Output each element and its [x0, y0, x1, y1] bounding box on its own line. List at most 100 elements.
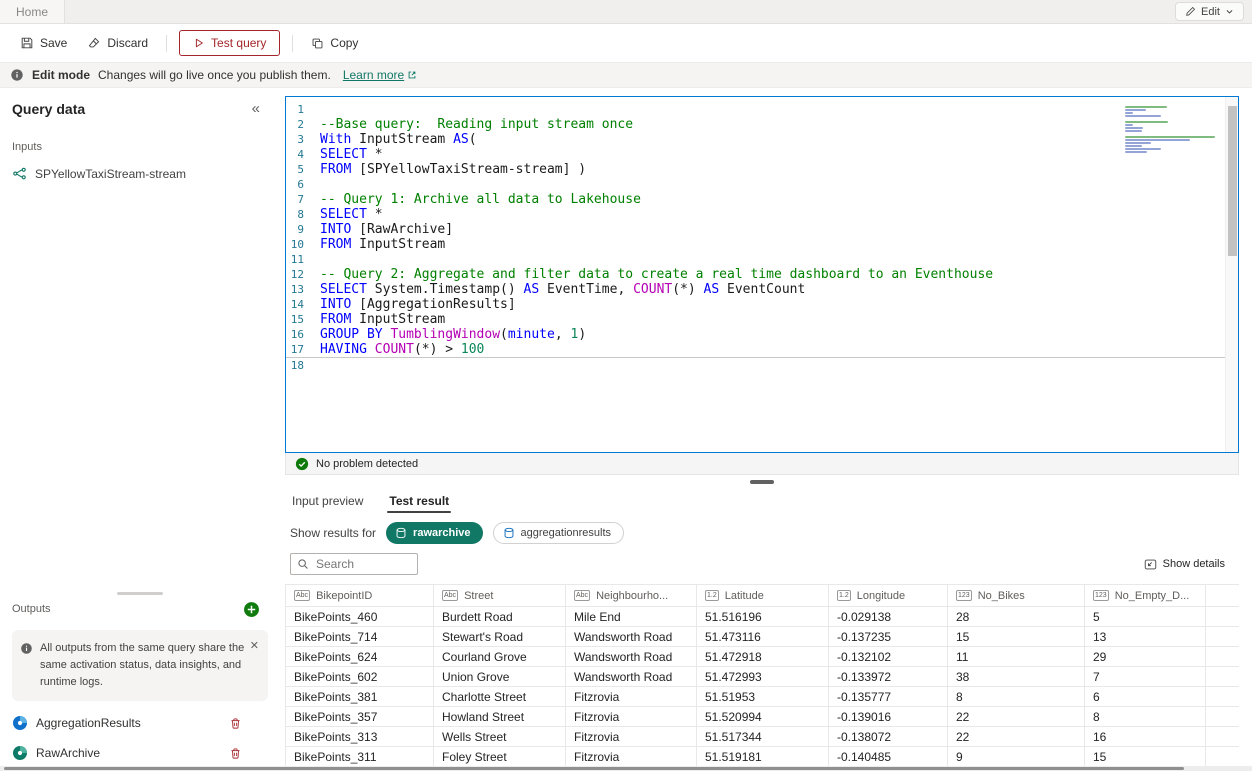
- search-box[interactable]: [290, 553, 418, 575]
- table-cell: 13: [1085, 627, 1206, 647]
- code-line: 6: [286, 177, 1238, 192]
- code-line: 7-- Query 1: Archive all data to Lakehou…: [286, 192, 1238, 207]
- input-item[interactable]: SPYellowTaxiStream-stream: [12, 166, 268, 181]
- table-cell: 38: [948, 667, 1085, 687]
- toolbar-separator: [292, 35, 293, 52]
- output-item[interactable]: RawArchive: [12, 745, 268, 761]
- code-lines: 12--Base query: Reading input stream onc…: [286, 97, 1238, 372]
- database-icon: [503, 527, 515, 539]
- table-cell: BikePoints_624: [286, 647, 434, 667]
- horizontal-scrollbar-thumb[interactable]: [4, 767, 1184, 770]
- collapse-panel-icon[interactable]: «: [252, 100, 268, 117]
- pill-aggregationresults[interactable]: aggregationresults: [493, 522, 625, 544]
- edit-button[interactable]: Edit: [1175, 2, 1244, 21]
- line-number: 2: [286, 117, 320, 132]
- line-number: 3: [286, 132, 320, 147]
- check-circle-icon: [295, 457, 309, 471]
- banner-title: Edit mode: [32, 68, 90, 82]
- toolbar-separator: [166, 35, 167, 52]
- output-item[interactable]: AggregationResults: [12, 715, 268, 731]
- line-number: 12: [286, 267, 320, 282]
- table-cell: -0.132102: [829, 647, 948, 667]
- show-details-toggle[interactable]: Show details: [1144, 558, 1225, 571]
- info-icon: [10, 68, 24, 82]
- database-icon: [395, 527, 407, 539]
- input-item-label: SPYellowTaxiStream-stream: [35, 167, 186, 181]
- delete-output-icon[interactable]: [229, 717, 242, 730]
- table-cell: Fitzrovia: [566, 727, 697, 747]
- info-icon: [20, 642, 33, 655]
- add-output-icon[interactable]: [243, 601, 260, 618]
- table-cell: Wandsworth Road: [566, 627, 697, 647]
- delete-output-icon[interactable]: [229, 747, 242, 760]
- search-icon: [297, 558, 309, 570]
- tab-test-result[interactable]: Test result: [387, 489, 451, 516]
- line-number: 11: [286, 252, 320, 267]
- splitter-handle[interactable]: [750, 480, 774, 484]
- discard-icon: [87, 36, 101, 50]
- table-cell: 8: [948, 687, 1085, 707]
- line-number: 7: [286, 192, 320, 207]
- line-number: 9: [286, 222, 320, 237]
- column-header: 123No_Empty_D...: [1085, 585, 1206, 607]
- tab-input-preview[interactable]: Input preview: [290, 489, 365, 516]
- table-cell: Charlotte Street: [434, 687, 566, 707]
- copy-label: Copy: [330, 36, 358, 50]
- horizontal-scrollbar: [0, 766, 1252, 771]
- code-line: 17HAVING COUNT(*) > 100: [286, 342, 1238, 357]
- search-row: Show details: [285, 544, 1239, 582]
- results-table-container: AbcBikepointIDAbcStreetAbcNeighbourho...…: [285, 584, 1239, 771]
- outputs-info-callout: All outputs from the same query share th…: [12, 630, 268, 701]
- table-cell: 51.473116: [697, 627, 829, 647]
- table-cell: Fitzrovia: [566, 747, 697, 767]
- play-icon: [193, 37, 205, 49]
- edit-mode-banner: Edit mode Changes will go live once you …: [0, 62, 1252, 88]
- save-icon: [20, 36, 34, 50]
- editor-scrollbar-thumb[interactable]: [1228, 106, 1237, 256]
- code-line: 5FROM [SPYellowTaxiStream-stream] ): [286, 162, 1238, 177]
- column-header: 1.2Longitude: [829, 585, 948, 607]
- line-number: 8: [286, 207, 320, 222]
- code-line: 1: [286, 102, 1238, 117]
- table-cell: Wells Street: [434, 727, 566, 747]
- table-cell: BikePoints_357: [286, 707, 434, 727]
- chevron-down-icon: [1225, 7, 1234, 16]
- tab-home[interactable]: Home: [0, 0, 65, 23]
- table-cell: 6: [1085, 687, 1206, 707]
- copy-button[interactable]: Copy: [301, 30, 368, 56]
- minimap[interactable]: [1125, 103, 1220, 157]
- line-number: 15: [286, 312, 320, 327]
- table-cell: 15: [1085, 747, 1206, 767]
- table-cell: 15: [948, 627, 1085, 647]
- close-icon[interactable]: ✕: [250, 638, 259, 655]
- sidebar-spacer: [12, 181, 268, 592]
- edit-button-label: Edit: [1201, 6, 1220, 18]
- pill-label: aggregationresults: [521, 527, 612, 539]
- search-input[interactable]: [314, 556, 411, 572]
- table-cell: 51.51953: [697, 687, 829, 707]
- table-cell: BikePoints_381: [286, 687, 434, 707]
- save-button[interactable]: Save: [10, 30, 77, 56]
- lakehouse-output-icon: [12, 745, 28, 761]
- code-line: 3With InputStream AS(: [286, 132, 1238, 147]
- eventhouse-output-icon: [12, 715, 28, 731]
- callout-text: All outputs from the same query share th…: [40, 640, 246, 691]
- show-details-label: Show details: [1163, 558, 1225, 570]
- learn-more-link[interactable]: Learn more: [343, 68, 417, 82]
- table-row: BikePoints_714Stewart's RoadWandsworth R…: [286, 627, 1240, 647]
- table-cell: 28: [948, 607, 1085, 627]
- table-row: BikePoints_313Wells StreetFitzrovia51.51…: [286, 727, 1240, 747]
- test-query-button[interactable]: Test query: [179, 30, 280, 56]
- discard-button[interactable]: Discard: [77, 30, 158, 56]
- table-cell: -0.137235: [829, 627, 948, 647]
- outputs-section-label: Outputs: [12, 603, 51, 615]
- line-number: 13: [286, 282, 320, 297]
- pill-rawarchive[interactable]: rawarchive: [386, 522, 482, 544]
- table-row: BikePoints_602Union GroveWandsworth Road…: [286, 667, 1240, 687]
- table-body: BikePoints_460Burdett RoadMile End51.516…: [286, 607, 1240, 767]
- inputs-section-label: Inputs: [12, 141, 268, 153]
- table-cell: -0.135777: [829, 687, 948, 707]
- query-editor[interactable]: 12--Base query: Reading input stream onc…: [285, 96, 1239, 453]
- sidebar-splitter-handle[interactable]: [117, 592, 163, 595]
- table-cell: Wandsworth Road: [566, 667, 697, 687]
